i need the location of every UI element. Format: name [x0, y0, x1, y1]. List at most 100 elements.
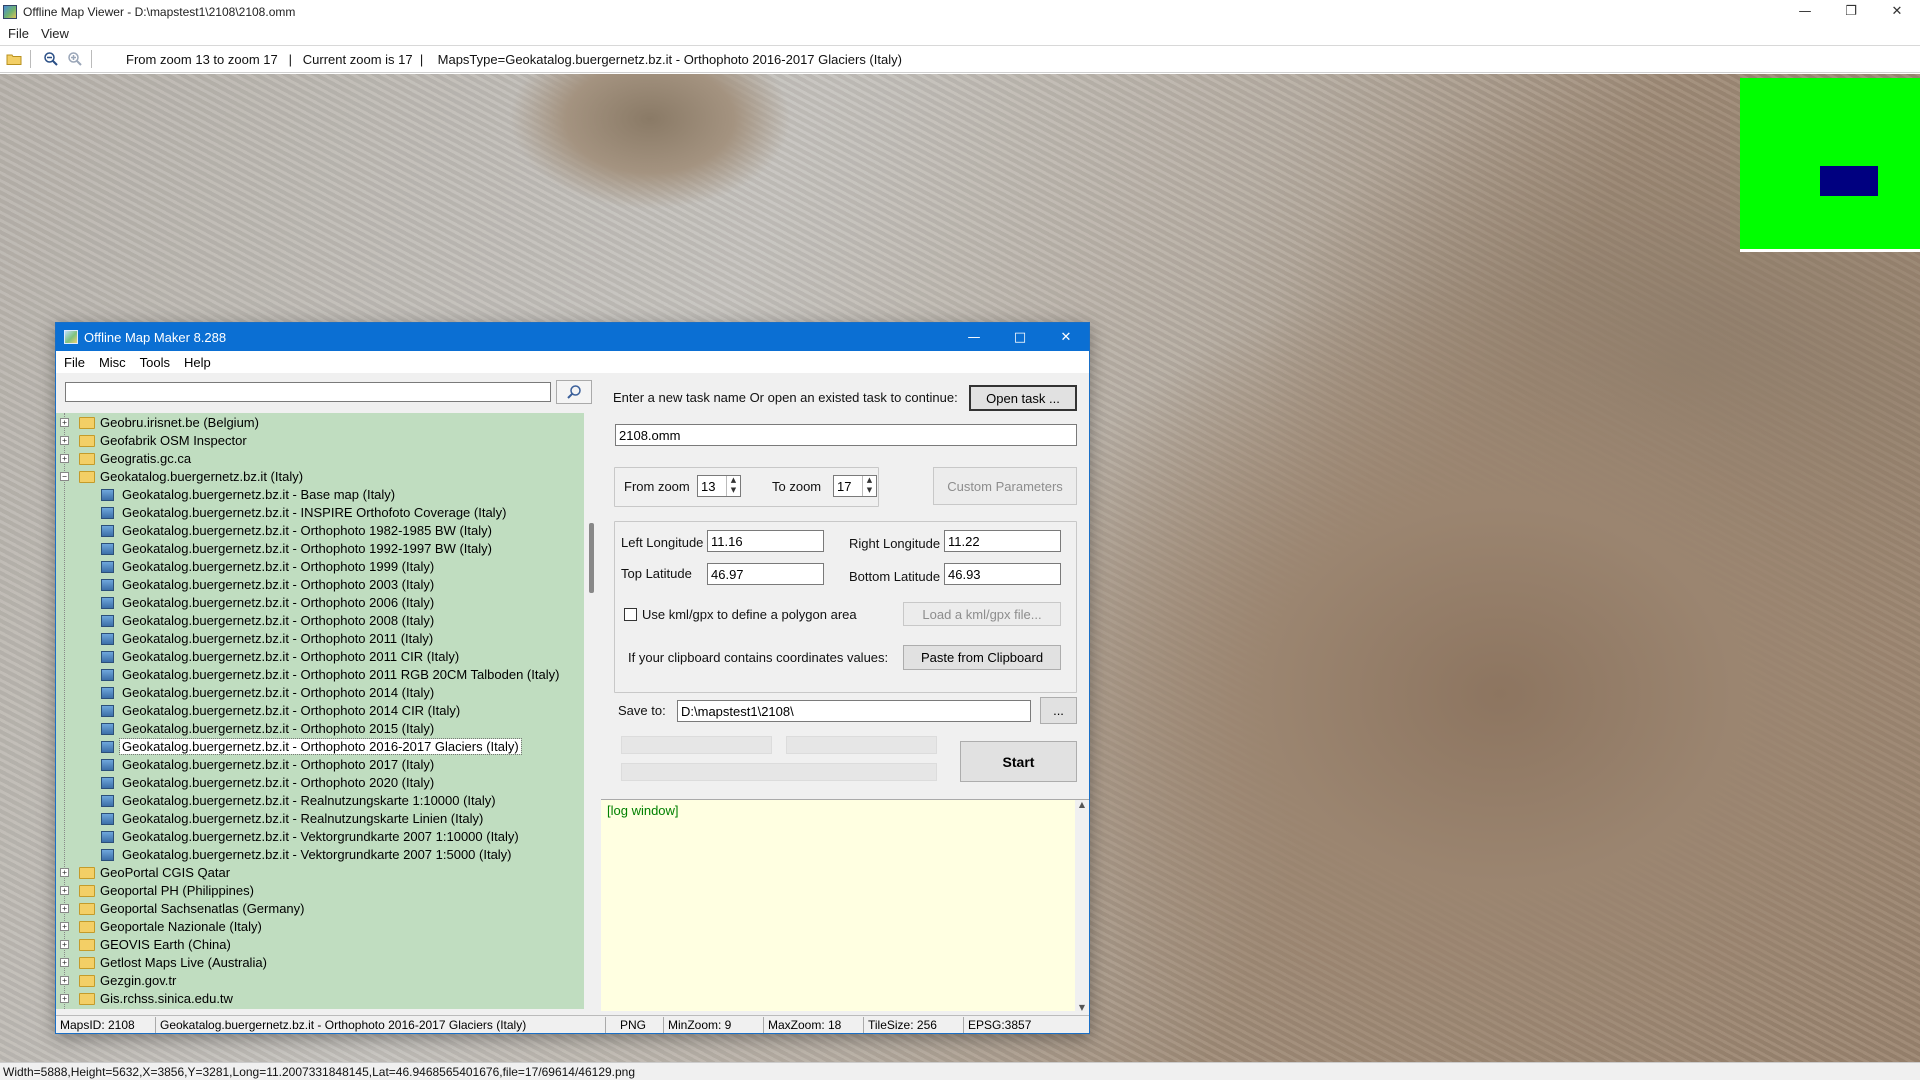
zoom-in-icon[interactable]: [65, 49, 85, 69]
to-zoom-spinner[interactable]: 17 ▲ ▼: [833, 475, 877, 497]
expand-icon[interactable]: +: [60, 976, 69, 985]
tree-folder-item[interactable]: + Gezgin.gov.tr: [56, 972, 584, 990]
collapse-icon[interactable]: −: [60, 472, 69, 481]
custom-parameters-button[interactable]: Custom Parameters: [933, 467, 1077, 505]
tree-map-item[interactable]: Geokatalog.buergernetz.bz.it - Orthophot…: [56, 576, 584, 594]
tree-map-item[interactable]: Geokatalog.buergernetz.bz.it - Orthophot…: [56, 666, 584, 684]
open-task-button[interactable]: Open task ...: [969, 385, 1077, 411]
tree-folder-item[interactable]: + GEOVIS Earth (China): [56, 936, 584, 954]
expand-icon[interactable]: +: [60, 418, 69, 427]
expand-icon[interactable]: +: [60, 436, 69, 445]
tree-folder-item[interactable]: − Geokatalog.buergernetz.bz.it (Italy): [56, 468, 584, 486]
tree-scrollbar[interactable]: [584, 413, 599, 1009]
tree-map-item[interactable]: Geokatalog.buergernetz.bz.it - Vektorgru…: [56, 846, 584, 864]
tree-map-item[interactable]: Geokatalog.buergernetz.bz.it - Orthophot…: [56, 630, 584, 648]
tree-scrollbar-thumb[interactable]: [589, 523, 594, 593]
tree-map-item[interactable]: Geokatalog.buergernetz.bz.it - Orthophot…: [56, 738, 584, 756]
tree-folder-item[interactable]: + Geoportal PH (Philippines): [56, 882, 584, 900]
paste-from-clipboard-button[interactable]: Paste from Clipboard: [903, 645, 1061, 670]
top-latitude-input[interactable]: [707, 563, 824, 585]
map-source-tree[interactable]: + Geobru.irisnet.be (Belgium) + Geofabrik O…: [56, 413, 584, 1009]
tree-map-item[interactable]: Geokatalog.buergernetz.bz.it - Realnutzu…: [56, 792, 584, 810]
minimize-icon[interactable]: —: [951, 323, 997, 351]
tree-map-item[interactable]: Geokatalog.buergernetz.bz.it - Orthophot…: [56, 594, 584, 612]
task-name-input[interactable]: [615, 424, 1077, 446]
omm-app-icon: [64, 330, 78, 344]
tree-map-item[interactable]: Geokatalog.buergernetz.bz.it - INSPIRE O…: [56, 504, 584, 522]
tree-folder-item[interactable]: + Geobru.irisnet.be (Belgium): [56, 414, 584, 432]
left-longitude-input[interactable]: [707, 530, 824, 552]
map-search-input[interactable]: [65, 382, 551, 402]
spin-up-icon[interactable]: ▲: [727, 476, 740, 486]
close-icon[interactable]: ✕: [1874, 0, 1920, 23]
expand-icon[interactable]: +: [60, 886, 69, 895]
tree-map-item[interactable]: Geokatalog.buergernetz.bz.it - Base map …: [56, 486, 584, 504]
expand-icon[interactable]: +: [60, 868, 69, 877]
tree-folder-item[interactable]: + Getlost Maps Live (Australia): [56, 954, 584, 972]
tree-map-item[interactable]: Geokatalog.buergernetz.bz.it - Orthophot…: [56, 522, 584, 540]
maximize-icon[interactable]: □: [997, 323, 1043, 351]
omm-menu-tools[interactable]: Tools: [140, 355, 170, 370]
tree-map-item[interactable]: Geokatalog.buergernetz.bz.it - Orthophot…: [56, 540, 584, 558]
restore-icon[interactable]: ❐: [1828, 0, 1874, 23]
minimize-icon[interactable]: —: [1782, 0, 1828, 23]
tree-folder-item[interactable]: + Geoportale Nazionale (Italy): [56, 918, 584, 936]
viewer-menu-view[interactable]: View: [41, 26, 69, 41]
omm-menu-help[interactable]: Help: [184, 355, 211, 370]
open-folder-icon[interactable]: [4, 49, 24, 69]
tree-map-item[interactable]: Geokatalog.buergernetz.bz.it - Orthophot…: [56, 648, 584, 666]
browse-button[interactable]: ...: [1040, 697, 1077, 724]
spin-down-icon[interactable]: ▼: [863, 486, 876, 496]
start-button[interactable]: Start: [960, 741, 1077, 782]
tree-folder-item[interactable]: + Geoportal Sachsenatlas (Germany): [56, 900, 584, 918]
expand-icon[interactable]: +: [60, 958, 69, 967]
spin-up-icon[interactable]: ▲: [863, 476, 876, 486]
map-layer-icon: [101, 687, 114, 699]
tree-folder-item[interactable]: + Geofabrik OSM Inspector: [56, 432, 584, 450]
kml-polygon-checkbox[interactable]: [624, 608, 637, 621]
tree-map-item[interactable]: Geokatalog.buergernetz.bz.it - Orthophot…: [56, 684, 584, 702]
log-window[interactable]: [log window] ▲ ▼: [601, 799, 1089, 1012]
tree-item-label: Geokatalog.buergernetz.bz.it - Realnutzu…: [122, 811, 484, 826]
map-layer-icon: [101, 489, 114, 501]
zoom-out-icon[interactable]: [41, 49, 61, 69]
save-to-input[interactable]: [677, 700, 1031, 722]
to-zoom-arrows[interactable]: ▲ ▼: [862, 476, 876, 496]
tree-map-item[interactable]: Geokatalog.buergernetz.bz.it - Vektorgru…: [56, 828, 584, 846]
from-zoom-arrows[interactable]: ▲ ▼: [726, 476, 740, 496]
omm-menu-misc[interactable]: Misc: [99, 355, 126, 370]
toolbar-separator: [91, 50, 92, 68]
tree-folder-item[interactable]: + Geogratis.gc.ca: [56, 450, 584, 468]
spin-down-icon[interactable]: ▼: [727, 486, 740, 496]
tree-folder-item[interactable]: + Gis.rchss.sinica.edu.tw: [56, 990, 584, 1008]
tree-map-item[interactable]: Geokatalog.buergernetz.bz.it - Orthophot…: [56, 720, 584, 738]
omm-menu-file[interactable]: File: [64, 355, 85, 370]
tree-map-item[interactable]: Geokatalog.buergernetz.bz.it - Orthophot…: [56, 612, 584, 630]
tree-map-item[interactable]: Geokatalog.buergernetz.bz.it - Orthophot…: [56, 702, 584, 720]
minimap-viewport[interactable]: [1820, 166, 1878, 196]
close-icon[interactable]: ✕: [1043, 323, 1089, 351]
expand-icon[interactable]: +: [60, 904, 69, 913]
expand-icon[interactable]: +: [60, 940, 69, 949]
tree-map-item[interactable]: Geokatalog.buergernetz.bz.it - Realnutzu…: [56, 810, 584, 828]
tree-item-label: Geokatalog.buergernetz.bz.it - Orthophot…: [122, 541, 492, 556]
folder-icon: [79, 885, 95, 897]
tree-map-item[interactable]: Geokatalog.buergernetz.bz.it - Orthophot…: [56, 558, 584, 576]
scroll-down-icon[interactable]: ▼: [1075, 1003, 1089, 1012]
bottom-latitude-input[interactable]: [944, 563, 1061, 585]
load-kml-button[interactable]: Load a kml/gpx file...: [903, 602, 1061, 626]
tree-map-item[interactable]: Geokatalog.buergernetz.bz.it - Orthophot…: [56, 774, 584, 792]
tree-map-item[interactable]: Geokatalog.buergernetz.bz.it - Orthophot…: [56, 756, 584, 774]
from-zoom-spinner[interactable]: 13 ▲ ▼: [697, 475, 741, 497]
scroll-up-icon[interactable]: ▲: [1075, 800, 1089, 809]
log-text: [log window]: [607, 803, 679, 818]
expand-icon[interactable]: +: [60, 922, 69, 931]
search-button[interactable]: [556, 380, 592, 404]
viewer-menu-file[interactable]: File: [8, 26, 29, 41]
log-scrollbar[interactable]: ▲ ▼: [1075, 800, 1089, 1012]
minimap[interactable]: [1740, 78, 1920, 252]
expand-icon[interactable]: +: [60, 454, 69, 463]
right-longitude-input[interactable]: [944, 530, 1061, 552]
expand-icon[interactable]: +: [60, 994, 69, 1003]
tree-folder-item[interactable]: + GeoPortal CGIS Qatar: [56, 864, 584, 882]
